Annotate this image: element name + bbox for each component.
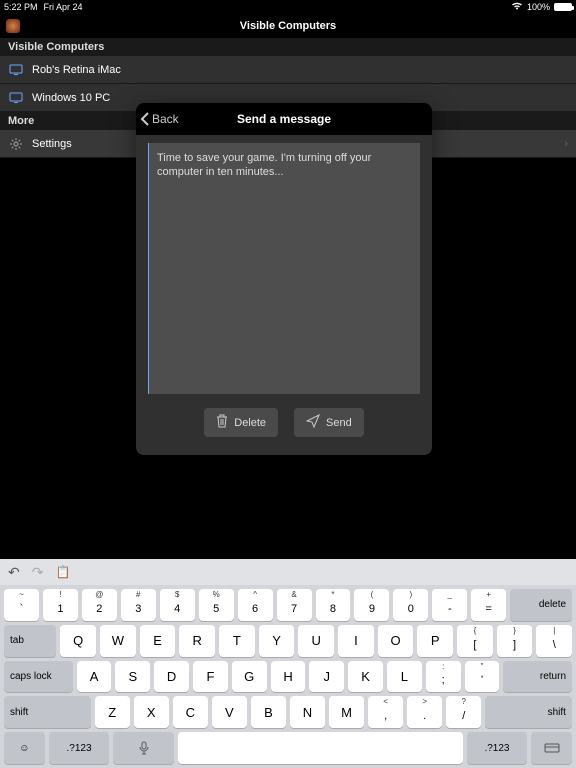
trash-icon bbox=[216, 414, 228, 431]
delete-label: Delete bbox=[234, 417, 266, 429]
key-5[interactable]: %5 bbox=[199, 589, 234, 621]
monitor-icon bbox=[8, 64, 24, 76]
gear-icon bbox=[8, 137, 24, 151]
key-Y[interactable]: Y bbox=[259, 625, 295, 657]
send-message-modal: Back Send a message Delete Send bbox=[136, 103, 432, 455]
modal-actions: Delete Send bbox=[136, 394, 432, 455]
key-shift-right[interactable]: shift bbox=[485, 696, 572, 728]
key-emoji[interactable]: ☺ bbox=[4, 732, 45, 764]
key-A[interactable]: A bbox=[77, 661, 112, 693]
key-/[interactable]: ?/ bbox=[446, 696, 481, 728]
key-numswitch-left[interactable]: .?123 bbox=[49, 732, 110, 764]
key-U[interactable]: U bbox=[298, 625, 334, 657]
status-date: Fri Apr 24 bbox=[44, 2, 83, 12]
key-O[interactable]: O bbox=[378, 625, 414, 657]
list-item[interactable]: Rob's Retina iMac bbox=[0, 56, 576, 84]
key-X[interactable]: X bbox=[134, 696, 169, 728]
key-C[interactable]: C bbox=[173, 696, 208, 728]
key-tab[interactable]: tab bbox=[4, 625, 56, 657]
key-V[interactable]: V bbox=[212, 696, 247, 728]
key-J[interactable]: J bbox=[309, 661, 344, 693]
key-=[interactable]: += bbox=[471, 589, 506, 621]
monitor-icon bbox=[8, 92, 24, 104]
key-4[interactable]: $4 bbox=[160, 589, 195, 621]
status-bar: 5:22 PM Fri Apr 24 100% bbox=[0, 0, 576, 14]
send-label: Send bbox=[326, 417, 352, 429]
keyboard: ↶ ↷ 📋 ~`!1@2#3$4%5^6&7*8(9)0_-+=delete t… bbox=[0, 559, 576, 768]
key-L[interactable]: L bbox=[387, 661, 422, 693]
key-7[interactable]: &7 bbox=[277, 589, 312, 621]
key-9[interactable]: (9 bbox=[354, 589, 389, 621]
key-Q[interactable]: Q bbox=[60, 625, 96, 657]
key-dictate[interactable] bbox=[113, 732, 174, 764]
key-W[interactable]: W bbox=[100, 625, 136, 657]
nav-header: Visible Computers bbox=[0, 14, 576, 38]
key-shift-left[interactable]: shift bbox=[4, 696, 91, 728]
key-.[interactable]: >. bbox=[407, 696, 442, 728]
key-\[interactable]: |\ bbox=[536, 625, 572, 657]
key-hide-keyboard[interactable] bbox=[531, 732, 572, 764]
key-2[interactable]: @2 bbox=[82, 589, 117, 621]
key-F[interactable]: F bbox=[193, 661, 228, 693]
delete-button[interactable]: Delete bbox=[204, 408, 278, 437]
redo-icon[interactable]: ↷ bbox=[32, 564, 44, 581]
key-,[interactable]: <, bbox=[368, 696, 403, 728]
chevron-right-icon: › bbox=[564, 138, 568, 150]
key--[interactable]: _- bbox=[432, 589, 467, 621]
section-header-computers: Visible Computers bbox=[0, 38, 576, 56]
key-numswitch-right[interactable]: .?123 bbox=[467, 732, 528, 764]
key-space[interactable] bbox=[178, 732, 462, 764]
message-textarea[interactable] bbox=[148, 143, 420, 394]
battery-icon bbox=[554, 3, 572, 11]
send-icon bbox=[306, 414, 320, 431]
keyboard-toolbar: ↶ ↷ 📋 bbox=[0, 559, 576, 585]
status-time: 5:22 PM bbox=[4, 2, 38, 12]
key-return[interactable]: return bbox=[503, 661, 572, 693]
key-1[interactable]: !1 bbox=[43, 589, 78, 621]
key-M[interactable]: M bbox=[329, 696, 364, 728]
key-K[interactable]: K bbox=[348, 661, 383, 693]
key-B[interactable]: B bbox=[251, 696, 286, 728]
key-R[interactable]: R bbox=[179, 625, 215, 657]
key-8[interactable]: *8 bbox=[316, 589, 351, 621]
key-3[interactable]: #3 bbox=[121, 589, 156, 621]
key-S[interactable]: S bbox=[115, 661, 150, 693]
list-item-label: Windows 10 PC bbox=[32, 92, 568, 104]
key-capslock[interactable]: caps lock bbox=[4, 661, 73, 693]
send-button[interactable]: Send bbox=[294, 408, 364, 437]
key-0[interactable]: )0 bbox=[393, 589, 428, 621]
key-N[interactable]: N bbox=[290, 696, 325, 728]
key-delete[interactable]: delete bbox=[510, 589, 572, 621]
key-[[interactable]: {[ bbox=[457, 625, 493, 657]
battery-percent: 100% bbox=[527, 2, 550, 12]
key-Z[interactable]: Z bbox=[95, 696, 130, 728]
key-E[interactable]: E bbox=[140, 625, 176, 657]
key-D[interactable]: D bbox=[154, 661, 189, 693]
key-`[interactable]: ~` bbox=[4, 589, 39, 621]
page-title: Visible Computers bbox=[0, 20, 576, 32]
key-P[interactable]: P bbox=[417, 625, 453, 657]
wifi-icon bbox=[511, 2, 523, 12]
key-T[interactable]: T bbox=[219, 625, 255, 657]
key-][interactable]: }] bbox=[497, 625, 533, 657]
modal-header: Back Send a message bbox=[136, 103, 432, 135]
key-6[interactable]: ^6 bbox=[238, 589, 273, 621]
key-G[interactable]: G bbox=[232, 661, 267, 693]
key-;[interactable]: :; bbox=[426, 661, 461, 693]
list-item-label: Rob's Retina iMac bbox=[32, 64, 568, 76]
modal-title: Send a message bbox=[136, 112, 432, 126]
undo-icon[interactable]: ↶ bbox=[8, 564, 20, 581]
key-'[interactable]: "' bbox=[465, 661, 500, 693]
key-H[interactable]: H bbox=[271, 661, 306, 693]
key-I[interactable]: I bbox=[338, 625, 374, 657]
clipboard-icon[interactable]: 📋 bbox=[55, 565, 70, 579]
